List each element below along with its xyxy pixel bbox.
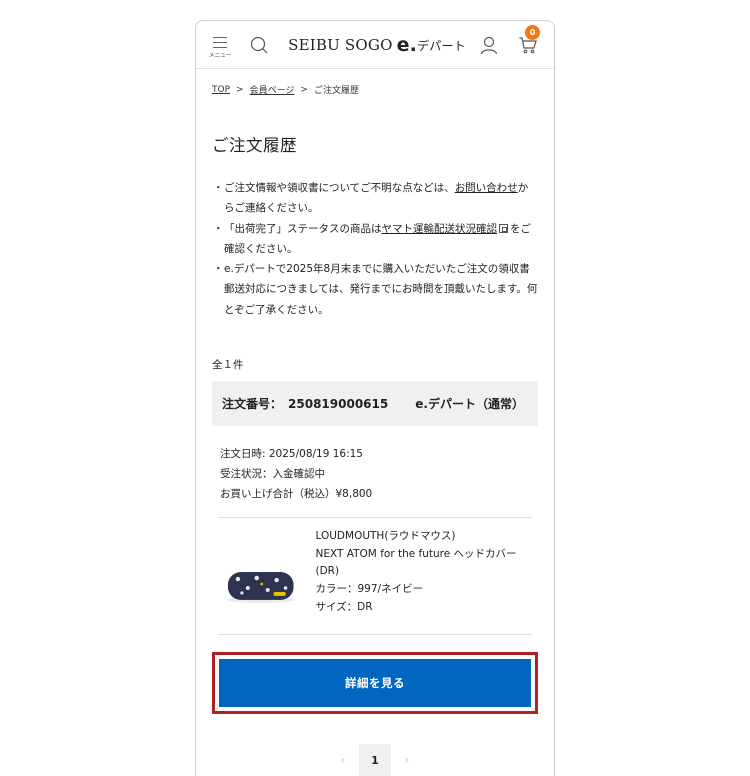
product-item: LOUDMOUTH(ラウドマウス) NEXT ATOM for the futu…: [212, 528, 538, 628]
product-details: LOUDMOUTH(ラウドマウス) NEXT ATOM for the futu…: [316, 528, 539, 628]
breadcrumb-top-link[interactable]: TOP: [212, 85, 230, 95]
order-status: 受注状況：入金確認中: [220, 468, 325, 481]
order-count: 全１件: [212, 359, 244, 372]
order-date: 注文日時: 2025/08/19 16:15: [220, 448, 363, 461]
order-info: 注文日時: 2025/08/19 16:15 受注状況：入金確認中 お買い上げ合…: [212, 444, 538, 504]
menu-label: メニュー: [208, 52, 232, 59]
breadcrumb-separator: >: [300, 84, 308, 95]
search-button[interactable]: [246, 21, 272, 69]
notice-item: ・ ご注文情報や領収書についてご不明な点などは、お問い合わせからご連絡ください。: [213, 182, 529, 215]
order-shop: e.デパート（通常）: [415, 397, 524, 412]
detail-button-highlight: 詳細を見る: [212, 652, 538, 715]
prev-page-button[interactable]: ‹: [327, 744, 359, 776]
product-color: カラー：997/ネイビー: [315, 583, 424, 596]
notice-item: ・ 「出荷完了」ステータスの商品はヤマト運輸配送状況確認 をご確認ください。: [213, 222, 531, 255]
cart-count-badge: 0: [525, 25, 540, 40]
breadcrumb: TOP > 会員ページ > ご注文履歴: [212, 83, 538, 97]
site-header: メニュー SEIBU SOGO e. デパート 0: [196, 21, 554, 69]
breadcrumb-separator: >: [236, 84, 244, 95]
order-header: 注文番号： 250819000615 e.デパート（通常）: [212, 381, 538, 427]
product-size: サイズ：DR: [315, 600, 373, 613]
order-amount: お買い上げ合計（税込）¥8,800: [220, 488, 373, 501]
logo-suffix: デパート: [417, 38, 466, 53]
hamburger-icon: [213, 35, 227, 48]
next-page-button[interactable]: ›: [391, 744, 423, 776]
breadcrumb-current: ご注文履歴: [313, 86, 359, 96]
logo-brand: SEIBU SOGO: [288, 36, 393, 54]
current-page[interactable]: 1: [359, 744, 391, 776]
product-name[interactable]: NEXT ATOM for the future ヘッドカバー(DR): [316, 546, 539, 581]
breadcrumb-member-link[interactable]: 会員ページ: [250, 83, 295, 96]
notice-item: ・ e.デパートで2025年8月末までに購入いただいたご注文の領収書郵送対応につ…: [213, 263, 538, 316]
menu-button[interactable]: メニュー: [208, 21, 232, 69]
page-title: ご注文履歴: [212, 136, 297, 155]
yamato-tracking-link[interactable]: ヤマト運輸配送状況確認: [382, 223, 498, 235]
mobile-frame: メニュー SEIBU SOGO e. デパート 0 TOP > 会員ページ > …: [195, 20, 555, 776]
headcover-thumbnail-icon[interactable]: [224, 566, 298, 606]
product-brand: LOUDMOUTH(ラウドマウス): [315, 530, 456, 543]
divider: [218, 517, 532, 519]
notice-list: ・ ご注文情報や領収書についてご不明な点などは、お問い合わせからご連絡ください。…: [212, 178, 538, 320]
logo-e: e.: [396, 34, 418, 56]
external-link-icon: [499, 223, 508, 233]
account-button[interactable]: [476, 21, 502, 69]
pagination: ‹ 1 ›: [212, 744, 538, 776]
user-icon: [480, 36, 498, 55]
view-detail-button[interactable]: 詳細を見る: [219, 659, 531, 708]
main-content: TOP > 会員ページ > ご注文履歴 ご注文履歴 ・ ご注文情報や領収書につい…: [196, 83, 554, 776]
search-icon: [250, 36, 268, 54]
site-logo[interactable]: SEIBU SOGO e. デパート: [288, 21, 466, 69]
divider: [218, 634, 532, 636]
order-number: 250819000615: [288, 396, 389, 411]
order-number-label: 注文番号：: [222, 397, 283, 412]
contact-link[interactable]: お問い合わせ: [455, 182, 518, 194]
cart-button[interactable]: 0: [514, 21, 542, 69]
